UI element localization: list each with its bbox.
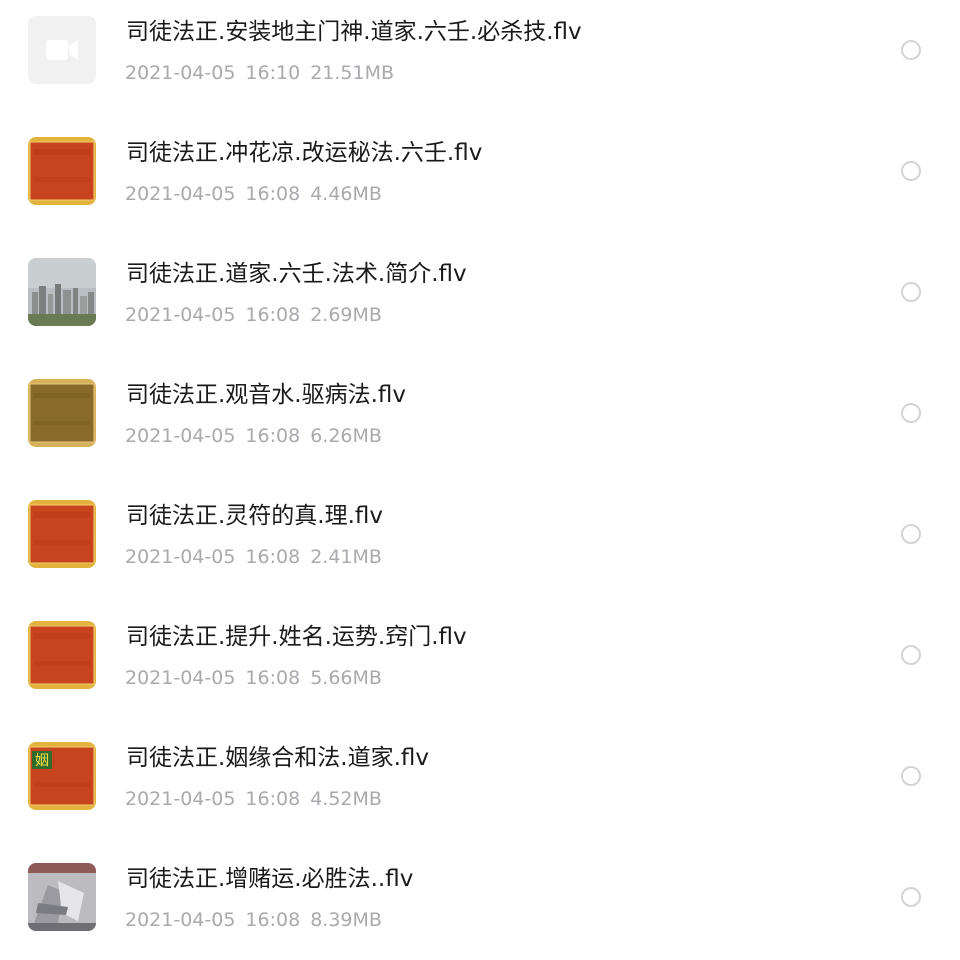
file-name: 司徒法正.灵符的真.理.flv <box>126 503 384 529</box>
file-row[interactable]: 姻 司徒法正.姻缘合和法.道家.flv 2021-04-05 16:08 4.52M… <box>0 726 960 836</box>
video-thumbnail <box>28 500 96 568</box>
file-row[interactable]: 司徒法正.道家.六壬.法术.简介.flv 2021-04-05 16:08 2.69… <box>0 242 960 352</box>
file-time: 16:10 <box>245 62 301 84</box>
select-radio[interactable] <box>901 766 921 786</box>
file-size: 4.46MB <box>310 183 382 205</box>
video-thumbnail <box>28 258 96 326</box>
file-date: 2021-04-05 <box>125 183 236 205</box>
file-size: 5.66MB <box>310 667 382 689</box>
file-list: 司徒法正.安装地主门神.道家.六壬.必杀技.flv 2021-04-05 16:1… <box>0 0 960 960</box>
file-size: 2.69MB <box>310 304 382 326</box>
file-name: 司徒法正.安装地主门神.道家.六壬.必杀技.flv <box>126 19 582 45</box>
video-thumbnail <box>28 621 96 689</box>
file-name: 司徒法正.提升.姓名.运势.窍门.flv <box>126 624 467 650</box>
file-row[interactable]: 司徒法正.提升.姓名.运势.窍门.flv 2021-04-05 16:08 5.66… <box>0 605 960 715</box>
file-name: 司徒法正.增赌运.必胜法..flv <box>126 866 414 892</box>
file-date: 2021-04-05 <box>125 667 236 689</box>
file-meta: 2021-04-05 16:08 5.66MB <box>125 665 382 691</box>
file-time: 16:08 <box>245 183 301 205</box>
file-date: 2021-04-05 <box>125 546 236 568</box>
file-meta: 2021-04-05 16:10 21.51MB <box>125 60 394 86</box>
file-date: 2021-04-05 <box>125 425 236 447</box>
file-meta: 2021-04-05 16:08 4.52MB <box>125 786 382 812</box>
file-time: 16:08 <box>245 788 301 810</box>
video-thumbnail <box>28 137 96 205</box>
select-radio[interactable] <box>901 282 921 302</box>
select-radio[interactable] <box>901 403 921 423</box>
select-radio[interactable] <box>901 161 921 181</box>
file-name: 司徒法正.观音水.驱病法.flv <box>126 382 407 408</box>
select-radio[interactable] <box>901 524 921 544</box>
file-date: 2021-04-05 <box>125 304 236 326</box>
file-size: 4.52MB <box>310 788 382 810</box>
file-meta: 2021-04-05 16:08 2.41MB <box>125 544 382 570</box>
file-size: 2.41MB <box>310 546 382 568</box>
file-row[interactable]: 司徒法正.安装地主门神.道家.六壬.必杀技.flv 2021-04-05 16:1… <box>0 0 960 110</box>
file-size: 8.39MB <box>310 909 382 931</box>
thumbnail-badge: 姻 <box>35 753 49 769</box>
file-meta: 2021-04-05 16:08 8.39MB <box>125 907 382 933</box>
file-row[interactable]: 司徒法正.灵符的真.理.flv 2021-04-05 16:08 2.41MB <box>0 484 960 594</box>
file-name: 司徒法正.冲花凉.改运秘法.六壬.flv <box>126 140 483 166</box>
file-meta: 2021-04-05 16:08 2.69MB <box>125 302 382 328</box>
select-radio[interactable] <box>901 645 921 665</box>
file-row[interactable]: 司徒法正.观音水.驱病法.flv 2021-04-05 16:08 6.26MB <box>0 363 960 473</box>
file-date: 2021-04-05 <box>125 909 236 931</box>
file-meta: 2021-04-05 16:08 4.46MB <box>125 181 382 207</box>
file-time: 16:08 <box>245 546 301 568</box>
file-row[interactable]: 司徒法正.冲花凉.改运秘法.六壬.flv 2021-04-05 16:08 4.46… <box>0 121 960 231</box>
file-time: 16:08 <box>245 667 301 689</box>
file-time: 16:08 <box>245 425 301 447</box>
video-placeholder-icon <box>28 16 96 84</box>
video-thumbnail <box>28 863 96 931</box>
file-name: 司徒法正.道家.六壬.法术.简介.flv <box>126 261 467 287</box>
video-thumbnail: 姻 <box>28 742 96 810</box>
select-radio[interactable] <box>901 40 921 60</box>
file-name: 司徒法正.姻缘合和法.道家.flv <box>126 745 430 771</box>
video-thumbnail <box>28 379 96 447</box>
file-size: 21.51MB <box>310 62 395 84</box>
file-date: 2021-04-05 <box>125 788 236 810</box>
file-size: 6.26MB <box>310 425 382 447</box>
file-time: 16:08 <box>245 909 301 931</box>
select-radio[interactable] <box>901 887 921 907</box>
file-row[interactable]: 司徒法正.增赌运.必胜法..flv 2021-04-05 16:08 8.39MB <box>0 847 960 957</box>
file-time: 16:08 <box>245 304 301 326</box>
file-date: 2021-04-05 <box>125 62 236 84</box>
file-meta: 2021-04-05 16:08 6.26MB <box>125 423 382 449</box>
